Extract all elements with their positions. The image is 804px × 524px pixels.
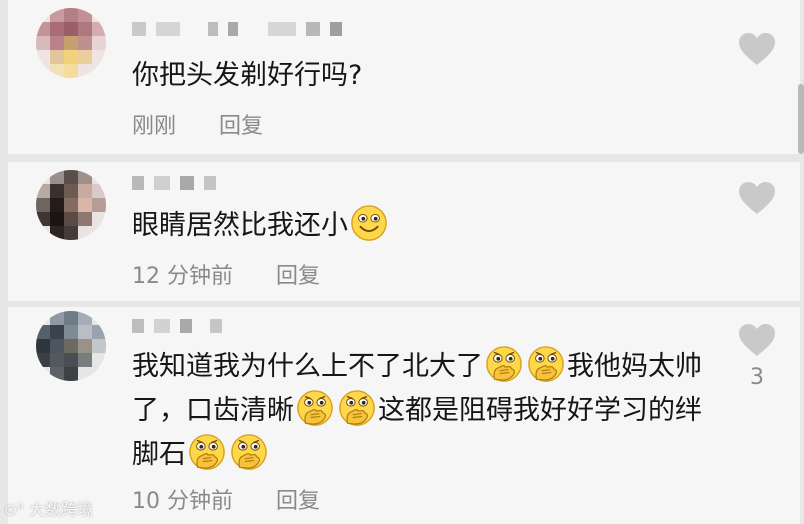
comment-time: 刚刚 xyxy=(132,114,177,139)
comment-text: 我知道我为什么上不了北大了 我他妈太帅了，口齿清晰 这都是阻碍我好好学习的绊脚石 xyxy=(132,345,712,477)
comment-meta: 12 分钟前 回复 xyxy=(132,258,320,290)
like-count: 3 xyxy=(750,365,764,390)
comment-text-content: 你把头发剃好行吗? xyxy=(132,60,363,91)
comment-time: 12 分钟前 xyxy=(132,264,233,289)
hand-over-mouth-face-icon xyxy=(339,390,375,426)
comment-list: 你把头发剃好行吗? 刚刚 回复 眼睛居然比我还小 12 分钟前 回复 我知道我为… xyxy=(0,0,804,524)
watermark: ⊙⁰ 大数跨境 xyxy=(4,496,93,520)
comment-meta: 10 分钟前 回复 xyxy=(132,483,320,515)
comment-item: 眼睛居然比我还小 12 分钟前 回复 xyxy=(8,162,800,301)
like-button[interactable] xyxy=(738,181,776,215)
username[interactable] xyxy=(132,318,222,334)
scrollbar[interactable] xyxy=(798,84,804,154)
watermark-text: 大数跨境 xyxy=(28,500,93,519)
hand-over-mouth-face-icon xyxy=(486,346,522,382)
comment-text-content: 眼睛居然比我还小 xyxy=(132,210,348,241)
smiling-face-icon xyxy=(351,205,387,241)
like-button[interactable] xyxy=(738,32,776,66)
heart-icon xyxy=(739,324,775,356)
reply-button[interactable]: 回复 xyxy=(219,108,263,140)
avatar[interactable] xyxy=(36,311,106,381)
comment-text: 你把头发剃好行吗? xyxy=(132,54,712,98)
reply-button[interactable]: 回复 xyxy=(276,483,320,515)
avatar[interactable] xyxy=(36,170,106,240)
heart-icon xyxy=(739,33,775,65)
hand-over-mouth-face-icon xyxy=(528,346,564,382)
heart-icon xyxy=(739,182,775,214)
like-button[interactable] xyxy=(738,323,776,357)
comment-time: 10 分钟前 xyxy=(132,489,233,514)
comment-text: 眼睛居然比我还小 xyxy=(132,204,712,248)
hand-over-mouth-face-icon xyxy=(189,434,225,470)
hand-over-mouth-face-icon xyxy=(231,434,267,470)
hand-over-mouth-face-icon xyxy=(297,390,333,426)
reply-button[interactable]: 回复 xyxy=(276,258,320,290)
comment-item: 我知道我为什么上不了北大了 我他妈太帅了，口齿清晰 这都是阻碍我好好学习的绊脚石… xyxy=(8,307,800,524)
username[interactable] xyxy=(132,21,342,37)
comment-meta: 刚刚 回复 xyxy=(132,108,263,140)
avatar[interactable] xyxy=(36,8,106,78)
comment-text-content: 我知道我为什么上不了北大了 xyxy=(132,351,483,382)
watermark-logo-icon: ⊙⁰ xyxy=(4,500,29,519)
username[interactable] xyxy=(132,175,216,191)
comment-item: 你把头发剃好行吗? 刚刚 回复 xyxy=(8,0,804,154)
